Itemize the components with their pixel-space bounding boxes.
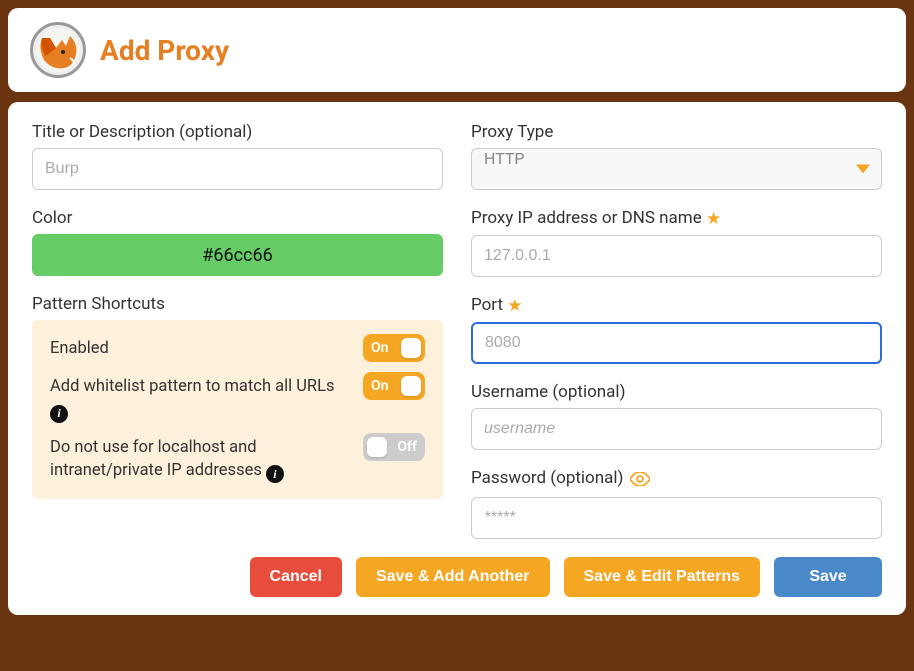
- ip-input[interactable]: [471, 235, 882, 277]
- toggle-knob: [401, 376, 421, 396]
- toggle-localhost[interactable]: Off: [363, 433, 425, 461]
- save-button[interactable]: Save: [774, 557, 882, 597]
- color-label: Color: [32, 208, 443, 228]
- title-input[interactable]: [32, 148, 443, 190]
- field-title: Title or Description (optional): [32, 122, 443, 190]
- shortcuts-label: Pattern Shortcuts: [32, 294, 443, 314]
- field-ip: Proxy IP address or DNS name ★: [471, 208, 882, 277]
- foxyproxy-logo: [30, 22, 86, 78]
- proxy-type-label: Proxy Type: [471, 122, 882, 142]
- toggle-knob: [401, 338, 421, 358]
- required-star-icon: ★: [507, 296, 522, 316]
- field-color: Color #66cc66: [32, 208, 443, 276]
- username-label: Username (optional): [471, 382, 882, 402]
- cancel-button[interactable]: Cancel: [250, 557, 342, 597]
- toggle-whitelist[interactable]: On: [363, 372, 425, 400]
- shortcut-enabled-row: Enabled On: [50, 334, 425, 362]
- shortcut-localhost-label: Do not use for localhost and intranet/pr…: [50, 433, 349, 484]
- form-card: Title or Description (optional) Color #6…: [8, 102, 906, 615]
- button-row: Cancel Save & Add Another Save & Edit Pa…: [32, 557, 882, 597]
- left-column: Title or Description (optional) Color #6…: [32, 122, 443, 539]
- save-edit-patterns-button[interactable]: Save & Edit Patterns: [564, 557, 761, 597]
- ip-label: Proxy IP address or DNS name ★: [471, 208, 882, 229]
- required-star-icon: ★: [706, 209, 721, 229]
- field-username: Username (optional): [471, 382, 882, 450]
- shortcut-whitelist-row: Add whitelist pattern to match all URLs …: [50, 372, 425, 423]
- title-label: Title or Description (optional): [32, 122, 443, 142]
- password-input[interactable]: [471, 497, 882, 539]
- port-input[interactable]: [471, 322, 882, 364]
- shortcut-whitelist-label: Add whitelist pattern to match all URLs …: [50, 372, 349, 423]
- field-pattern-shortcuts: Pattern Shortcuts Enabled On Add whiteli…: [32, 294, 443, 499]
- username-input[interactable]: [471, 408, 882, 450]
- field-proxy-type: Proxy Type HTTP: [471, 122, 882, 190]
- field-password: Password (optional): [471, 468, 882, 539]
- eye-icon[interactable]: [630, 471, 650, 491]
- port-label: Port ★: [471, 295, 882, 316]
- info-icon[interactable]: i: [266, 465, 284, 483]
- toggle-enabled[interactable]: On: [363, 334, 425, 362]
- password-label: Password (optional): [471, 468, 882, 491]
- info-icon[interactable]: i: [50, 405, 68, 423]
- shortcut-localhost-row: Do not use for localhost and intranet/pr…: [50, 433, 425, 484]
- color-swatch[interactable]: #66cc66: [32, 234, 443, 276]
- header-card: Add Proxy: [8, 8, 906, 92]
- page-title: Add Proxy: [100, 34, 229, 67]
- proxy-type-select[interactable]: HTTP: [471, 148, 882, 190]
- field-port: Port ★: [471, 295, 882, 364]
- save-add-another-button[interactable]: Save & Add Another: [356, 557, 550, 597]
- shortcuts-panel: Enabled On Add whitelist pattern to matc…: [32, 320, 443, 499]
- right-column: Proxy Type HTTP Proxy IP address or DNS …: [471, 122, 882, 539]
- toggle-knob: [367, 437, 387, 457]
- shortcut-enabled-label: Enabled: [50, 334, 349, 360]
